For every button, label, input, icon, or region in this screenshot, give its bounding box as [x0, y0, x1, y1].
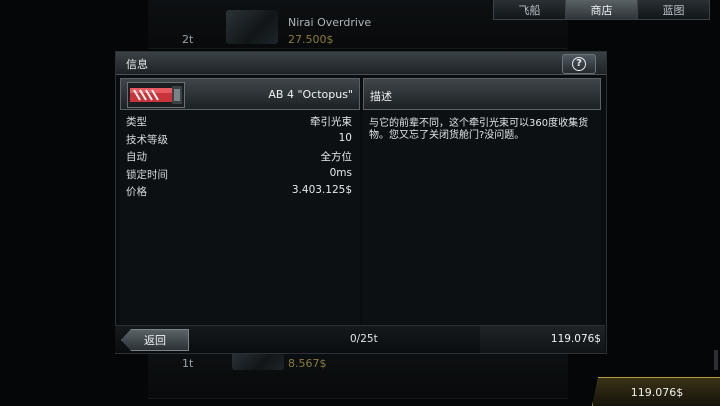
description-title: 描述	[370, 90, 392, 103]
tractor-beam-module-icon	[127, 82, 185, 108]
description-text: 与它的前辈不同，这个牵引光束可以360度收集货物。您又忘了关闭货舱门?没问题。	[369, 118, 589, 141]
stat-label: 技术等级	[126, 133, 168, 146]
list-item[interactable]: 1t 8.567$	[148, 350, 568, 399]
help-button[interactable]: ?	[562, 54, 596, 74]
stat-value: 牵引光束	[310, 116, 352, 128]
dialog-title: 信息	[126, 58, 148, 71]
stat-row-type: 类型 牵引光束	[124, 112, 356, 130]
stat-label: 自动	[126, 151, 147, 163]
description-header: 描述	[363, 78, 601, 110]
description-panel: 描述 与它的前辈不同，这个牵引光束可以360度收集货物。您又忘了关闭货舱门?没问…	[363, 78, 601, 346]
tab-store[interactable]: 商店	[565, 0, 638, 20]
info-dialog: 信息 ? AB 4 "Octopus" 类型 牵引光束 技术等级 10 自动 全…	[115, 51, 607, 354]
cargo-capacity: 0/25t	[350, 333, 378, 345]
list-scrollbar[interactable]	[714, 350, 718, 370]
item-header: AB 4 "Octopus"	[120, 78, 360, 110]
stat-label: 价格	[126, 186, 147, 198]
stat-row-tech-level: 技术等级 10	[124, 130, 356, 148]
stat-row-lock-time: 锁定时间 0ms	[124, 165, 356, 183]
stat-value: 全方位	[320, 151, 353, 163]
dialog-header: 信息 ?	[116, 52, 606, 75]
tab-ships[interactable]: 飞船	[493, 0, 566, 20]
item-count: 2t	[182, 33, 194, 46]
stat-label: 锁定时间	[126, 168, 168, 181]
dialog-footer: 返回 0/25t 119.076$	[115, 325, 605, 353]
stat-value: 0ms	[329, 166, 352, 179]
money-display: 119.076$	[592, 377, 720, 406]
back-button[interactable]: 返回	[121, 329, 189, 351]
question-mark-icon: ?	[572, 57, 586, 71]
top-tabs: 飞船 商店 蓝图	[493, 0, 710, 20]
stat-row-auto: 自动 全方位	[124, 147, 356, 165]
stat-label: 类型	[126, 116, 147, 128]
stat-row-price: 价格 3.403.125$	[124, 182, 356, 200]
item-price: 27.500$	[288, 33, 334, 46]
item-info-panel: AB 4 "Octopus" 类型 牵引光束 技术等级 10 自动 全方位 锁定…	[120, 78, 360, 346]
stat-value: 3.403.125$	[291, 184, 352, 196]
item-name: Nirai Overdrive	[288, 16, 372, 29]
ship-part-thumbnail	[226, 10, 278, 44]
funds-value: 119.076$	[550, 333, 601, 345]
item-name: AB 4 "Octopus"	[268, 88, 353, 101]
item-count: 1t	[182, 357, 194, 370]
item-stats: 类型 牵引光束 技术等级 10 自动 全方位 锁定时间 0ms 价格 3.403…	[124, 112, 356, 200]
stat-value: 10	[338, 131, 352, 144]
item-price: 8.567$	[288, 357, 327, 370]
tab-blueprints[interactable]: 蓝图	[637, 0, 710, 20]
